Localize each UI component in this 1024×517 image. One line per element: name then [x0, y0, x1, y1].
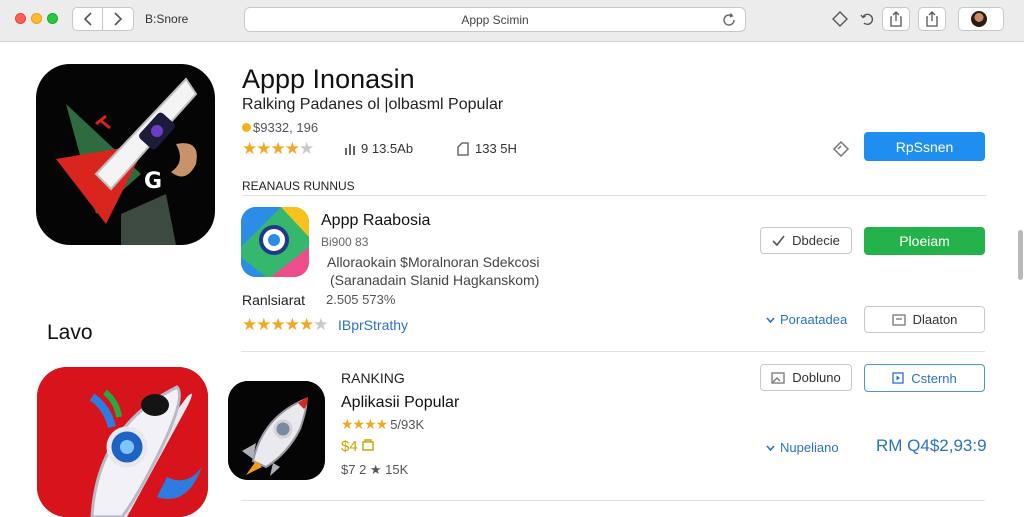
- reload-icon[interactable]: [721, 12, 737, 28]
- minimize-window-button[interactable]: [31, 13, 42, 24]
- history-button[interactable]: [853, 7, 881, 31]
- browser-toolbar: B:Snore Appp Scimin: [0, 0, 1024, 42]
- app-link[interactable]: IBprStrathy: [338, 317, 408, 333]
- scrollbar[interactable]: [1018, 230, 1023, 280]
- app-name[interactable]: Appp Raabosia: [321, 212, 430, 230]
- window-icon: [891, 313, 906, 326]
- hero-downloads: 9 13.5Ab: [344, 141, 413, 156]
- primary-outline-label: Csternh: [911, 370, 957, 386]
- coin-icon: [242, 123, 251, 132]
- expand-link-label: Nupeliano: [780, 440, 839, 455]
- app-price-text: $4: [341, 438, 358, 455]
- divider: [241, 351, 985, 352]
- rocket-icon: [37, 367, 208, 517]
- app-name[interactable]: Aplikasii Popular: [341, 394, 459, 412]
- hero-price-text: $9332, 196: [253, 120, 319, 135]
- app-rating: ★★★★★★: [242, 315, 328, 334]
- divider: [242, 195, 986, 196]
- app-description-secondary: (Saranadain Slanid Hagkanskom): [330, 272, 540, 288]
- ranking-label: RANKING: [341, 370, 405, 386]
- image-icon: [771, 371, 785, 384]
- wishlist-button[interactable]: [831, 140, 851, 158]
- svg-text:G: G: [144, 169, 162, 194]
- diamond-icon: [832, 140, 850, 158]
- tag-icon: [362, 439, 374, 451]
- details-button-label: Dbdecie: [792, 233, 840, 248]
- rank-value: 2.505 573%: [326, 292, 396, 307]
- section-heading: REANAUS RUNNUS: [242, 179, 355, 193]
- undo-icon: [860, 13, 874, 26]
- bar-chart-icon: [345, 143, 355, 155]
- app-price: $4: [341, 438, 374, 455]
- primary-outline-button[interactable]: Csternh: [864, 364, 985, 392]
- star-icons: ★★★★: [341, 416, 388, 432]
- app-icon-maps[interactable]: [241, 207, 309, 277]
- chevron-left-icon: [83, 12, 92, 26]
- page-title: Appp Inonasin: [242, 64, 415, 94]
- app-rating: ★★★★ 5/93K: [341, 416, 424, 433]
- app-icon-rocket-red[interactable]: [37, 367, 208, 517]
- breadcrumb[interactable]: B:Snore: [145, 12, 188, 26]
- share-button[interactable]: [882, 7, 910, 31]
- expand-link[interactable]: Poraatadea: [766, 312, 847, 327]
- page-subtitle: Ralking Padanes ol |olbasml Popular: [242, 96, 504, 113]
- chevron-down-icon: [766, 444, 775, 451]
- get-button[interactable]: Ploeiam: [864, 227, 985, 255]
- hero-downloads-value: 9 13.5Ab: [361, 141, 414, 156]
- extension-button[interactable]: [826, 7, 854, 31]
- expand-link-label: Poraatadea: [780, 312, 848, 327]
- hero-rating: ★★★★★: [242, 139, 314, 158]
- side-label: Lavo: [47, 321, 93, 344]
- app-price: Bi900 83: [321, 235, 369, 249]
- app-icon-rocket-tool[interactable]: G: [36, 64, 215, 245]
- close-window-button[interactable]: [15, 13, 26, 24]
- secondary-button-label: Dobluno: [792, 370, 841, 385]
- rocket-tool-icon: G: [56, 77, 198, 245]
- hero-size: 133 5H: [456, 141, 517, 156]
- rocket-icon: [228, 381, 325, 480]
- avatar: [971, 11, 987, 27]
- profile-button[interactable]: [958, 7, 1004, 31]
- url-text: Appp Scimin: [461, 13, 529, 27]
- back-button[interactable]: [72, 7, 103, 31]
- hero-size-value: 133 5H: [475, 141, 517, 156]
- maps-icon: [241, 207, 309, 277]
- address-bar[interactable]: Appp Scimin: [244, 7, 746, 32]
- document-icon: [457, 141, 469, 156]
- share-icon: [926, 11, 938, 27]
- puzzle-icon: [832, 11, 848, 27]
- play-icon: [892, 372, 904, 384]
- checkmark-icon: [772, 235, 785, 246]
- app-meta: $7 2 ★ 15K: [341, 462, 409, 477]
- details-button[interactable]: Dbdecie: [760, 227, 852, 254]
- divider: [241, 500, 985, 501]
- outline-action-label: Dlaaton: [912, 312, 958, 327]
- forward-button[interactable]: [103, 7, 134, 31]
- total-price: RM Q4$2,93:9: [876, 436, 987, 455]
- zoom-window-button[interactable]: [47, 13, 58, 24]
- app-description: Alloraokain $Moralnoran Sdekcosi: [327, 254, 540, 270]
- app-icon-rocket-dark[interactable]: [228, 381, 325, 480]
- rating-count: 5/93K: [390, 417, 425, 432]
- secondary-button[interactable]: Dobluno: [760, 364, 852, 391]
- outline-action-button[interactable]: Dlaaton: [864, 306, 985, 333]
- chevron-down-icon: [766, 316, 775, 323]
- expand-link[interactable]: Nupeliano: [766, 440, 839, 455]
- share-icon: [890, 11, 902, 27]
- chevron-right-icon: [114, 12, 123, 26]
- tabs-button[interactable]: [918, 7, 946, 31]
- hero-primary-button[interactable]: RpSsnen: [864, 132, 985, 161]
- rank-label: Ranlsiarat: [242, 292, 306, 308]
- hero-price: $9332, 196: [242, 120, 318, 135]
